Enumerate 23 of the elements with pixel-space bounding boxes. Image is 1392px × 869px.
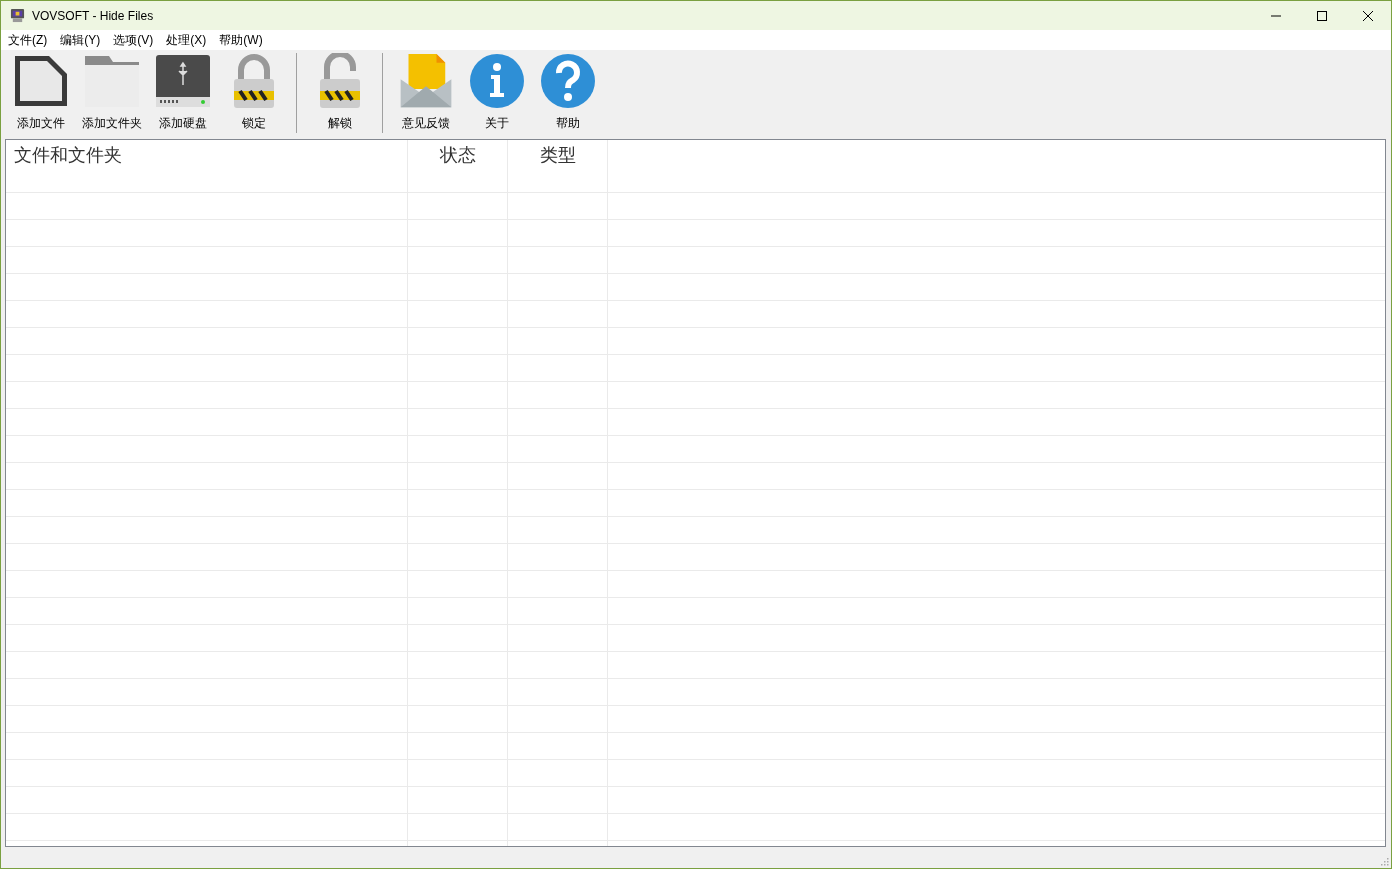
usb-drive-icon	[154, 53, 211, 109]
menu-item[interactable]: 选项(V)	[107, 31, 161, 49]
toolbar-button[interactable]: 解锁	[306, 53, 373, 132]
toolbar-button[interactable]: 添加文件夹	[78, 53, 145, 132]
toolbar-button[interactable]: 帮助	[534, 53, 601, 132]
info-icon	[468, 53, 525, 109]
document-icon	[12, 53, 69, 109]
question-mark-icon	[539, 53, 596, 109]
menu-item[interactable]: 处理(X)	[160, 31, 214, 49]
toolbar-button[interactable]: 意见反馈	[392, 53, 459, 132]
window-title: VOVSOFT - Hide Files	[32, 8, 155, 23]
menu-item[interactable]: 文件(Z)	[2, 31, 55, 49]
toolbar-button[interactable]: 添加文件	[7, 53, 74, 132]
toolbar-button[interactable]: 添加硬盘	[149, 53, 216, 132]
menu-item[interactable]: 帮助(W)	[213, 31, 270, 49]
toolbar-button[interactable]: 关于	[463, 53, 530, 132]
folder-icon	[83, 53, 140, 109]
toolbar-button[interactable]: 锁定	[220, 53, 287, 132]
resize-grip-icon[interactable]	[1379, 856, 1389, 866]
menu-item[interactable]: 编辑(Y)	[54, 31, 108, 49]
maximize-icon	[1316, 9, 1328, 22]
monitor-icon	[10, 8, 25, 23]
close-icon	[1362, 9, 1374, 22]
